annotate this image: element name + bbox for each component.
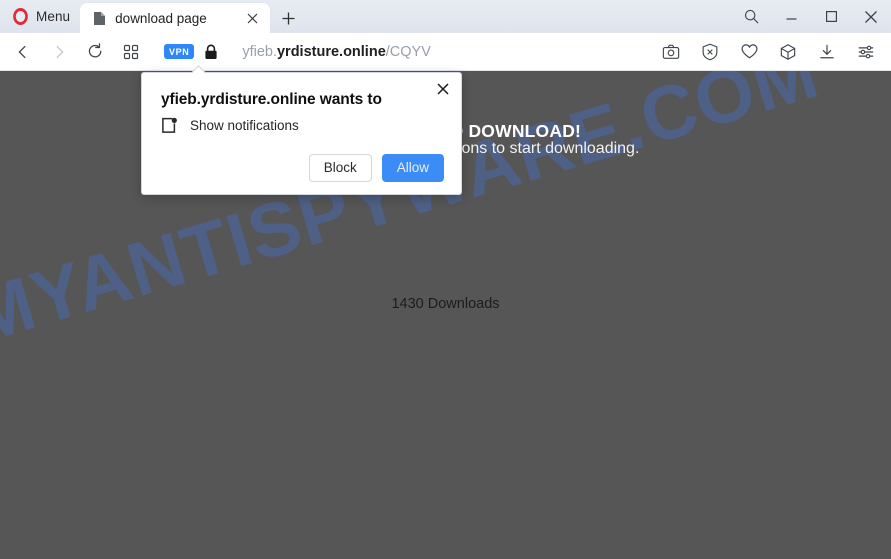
tab-download-page[interactable]: download page bbox=[80, 3, 271, 33]
permission-row: Show notifications bbox=[161, 117, 299, 134]
window-close-icon[interactable] bbox=[851, 0, 891, 33]
notification-permission-dialog: yfieb.yrdisture.online wants to Show not… bbox=[141, 72, 462, 195]
opera-menu-button[interactable]: Menu bbox=[0, 0, 80, 33]
menu-label: Menu bbox=[36, 9, 71, 24]
url-subdomain: yfieb. bbox=[242, 43, 277, 60]
dialog-title: yfieb.yrdisture.online wants to bbox=[161, 91, 382, 108]
back-button-icon[interactable] bbox=[6, 37, 40, 67]
minimize-icon[interactable] bbox=[771, 0, 811, 33]
navigation-toolbar: VPN yfieb. yrdisture.online/CQYV bbox=[0, 33, 891, 71]
address-bar[interactable]: yfieb. yrdisture.online/CQYV bbox=[226, 37, 654, 67]
dialog-actions: Block Allow bbox=[308, 154, 444, 182]
block-button[interactable]: Block bbox=[308, 154, 372, 182]
downloads-icon[interactable] bbox=[810, 37, 844, 67]
site-security-lock-icon[interactable] bbox=[196, 37, 226, 67]
extensions-cube-icon[interactable] bbox=[771, 37, 805, 67]
speed-dial-grid-icon[interactable] bbox=[114, 37, 148, 67]
notification-bell-icon bbox=[161, 117, 178, 134]
url-domain: yrdisture.online bbox=[276, 43, 386, 60]
permission-label: Show notifications bbox=[190, 118, 299, 133]
toolbar-right-icons bbox=[654, 37, 891, 67]
downloads-count: 1430 Downloads bbox=[391, 296, 500, 312]
reload-button-icon[interactable] bbox=[78, 37, 112, 67]
snapshot-icon[interactable] bbox=[654, 37, 688, 67]
url-path: /CQYV bbox=[385, 43, 431, 60]
vpn-badge[interactable]: VPN bbox=[164, 44, 195, 59]
dialog-pointer-arrow bbox=[190, 65, 206, 73]
easy-setup-icon[interactable] bbox=[849, 37, 883, 67]
search-icon[interactable] bbox=[731, 0, 771, 33]
tab-close-icon[interactable] bbox=[242, 8, 262, 28]
tab-strip: Menu download page bbox=[0, 0, 891, 33]
maximize-icon[interactable] bbox=[811, 0, 851, 33]
new-tab-button[interactable] bbox=[273, 3, 303, 33]
page-icon bbox=[93, 11, 106, 26]
adblocker-icon[interactable] bbox=[693, 37, 727, 67]
browser-window: Menu download page VPN yfieb. yrdisture.… bbox=[0, 0, 891, 559]
heart-icon[interactable] bbox=[732, 37, 766, 67]
tab-title: download page bbox=[115, 10, 207, 26]
nav-buttons: VPN bbox=[0, 37, 226, 67]
forward-button-icon[interactable] bbox=[42, 37, 76, 67]
dialog-close-icon[interactable] bbox=[430, 76, 456, 102]
window-controls bbox=[731, 0, 891, 33]
opera-logo-icon bbox=[13, 8, 28, 25]
allow-button[interactable]: Allow bbox=[381, 154, 444, 182]
